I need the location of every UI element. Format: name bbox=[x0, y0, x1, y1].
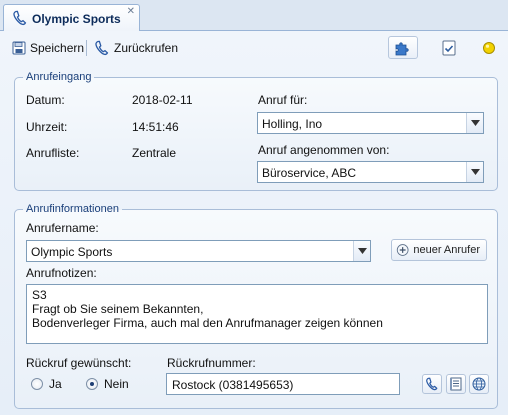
dropdown-arrow-icon[interactable] bbox=[466, 113, 483, 133]
callback-yes-radio[interactable]: Ja bbox=[31, 377, 62, 391]
tab-strip: Olympic Sports ✕ bbox=[0, 0, 508, 32]
date-value: 2018-02-11 bbox=[132, 93, 193, 107]
radio-circle-selected bbox=[86, 378, 98, 390]
no-label: Nein bbox=[104, 377, 129, 391]
globe-icon bbox=[472, 377, 486, 391]
call-for-select[interactable]: Holling, Ino bbox=[257, 112, 484, 134]
tab-olympic-sports[interactable]: Olympic Sports ✕ bbox=[3, 4, 140, 32]
caller-name-label: Anrufername: bbox=[26, 221, 99, 235]
call-list-label: Anrufliste: bbox=[26, 146, 80, 160]
dropdown-arrow-icon[interactable] bbox=[353, 241, 370, 261]
notes-line: Fragt ob Sie seinem Bekannten, bbox=[32, 302, 204, 316]
notes-label: Anrufnotizen: bbox=[26, 266, 97, 280]
tab-title: Olympic Sports bbox=[32, 12, 121, 26]
new-caller-button[interactable]: neuer Anrufer bbox=[391, 239, 487, 261]
checklist-button[interactable] bbox=[438, 37, 460, 59]
call-button[interactable] bbox=[422, 374, 442, 394]
save-label: Speichern bbox=[30, 41, 85, 55]
callback-number-input[interactable]: Rostock (0381495653) bbox=[166, 373, 400, 395]
caller-name-select[interactable]: Olympic Sports bbox=[26, 240, 371, 262]
add-icon bbox=[396, 244, 409, 256]
info-legend: Anrufinformationen bbox=[26, 203, 119, 215]
notes-line: S3 bbox=[32, 288, 47, 302]
phone-icon bbox=[426, 377, 438, 391]
phone-icon bbox=[12, 10, 28, 26]
time-value: 14:51:46 bbox=[132, 120, 179, 134]
callback-no-radio[interactable]: Nein bbox=[86, 377, 129, 391]
new-caller-label: neuer Anrufer bbox=[413, 244, 480, 256]
status-light-icon bbox=[483, 42, 495, 54]
callback-number-label: Rückrufnummer: bbox=[167, 356, 256, 370]
address-book-icon bbox=[450, 377, 462, 391]
toolbar-divider bbox=[86, 40, 87, 56]
caller-name-value: Olympic Sports bbox=[31, 245, 113, 259]
close-icon[interactable]: ✕ bbox=[127, 7, 135, 17]
address-book-button[interactable] bbox=[446, 374, 466, 394]
callback-label: Zurückrufen bbox=[114, 41, 179, 55]
callback-button[interactable]: Zurückrufen bbox=[94, 38, 178, 58]
web-search-button[interactable] bbox=[469, 374, 489, 394]
save-button[interactable]: Speichern bbox=[12, 38, 84, 58]
date-label: Datum: bbox=[26, 93, 65, 107]
save-icon bbox=[12, 41, 26, 55]
status-light[interactable] bbox=[478, 37, 500, 59]
accepted-by-select[interactable]: Büroservice, ABC bbox=[257, 161, 484, 183]
accepted-by-value: Büroservice, ABC bbox=[262, 166, 357, 180]
call-list-value: Zentrale bbox=[132, 146, 177, 160]
radio-circle bbox=[31, 378, 43, 390]
call-for-value: Holling, Ino bbox=[262, 117, 323, 131]
checklist-icon bbox=[442, 40, 456, 56]
puzzle-icon bbox=[395, 41, 409, 55]
plugin-button[interactable] bbox=[388, 36, 418, 59]
accepted-by-label: Anruf angenommen von: bbox=[258, 143, 390, 157]
notes-line: Bodenverleger Firma, auch mal den Anrufm… bbox=[32, 316, 383, 330]
yes-label: Ja bbox=[49, 377, 62, 391]
incoming-legend: Anrufeingang bbox=[26, 71, 92, 83]
notes-textarea[interactable]: S3 Fragt ob Sie seinem Bekannten, Bodenv… bbox=[26, 284, 488, 344]
call-for-label: Anruf für: bbox=[258, 93, 308, 107]
call-form: Speichern Zurückrufen Anrufeingang Datum… bbox=[0, 31, 508, 415]
toolbar: Speichern Zurückrufen bbox=[0, 31, 508, 65]
dropdown-arrow-icon[interactable] bbox=[466, 162, 483, 182]
time-label: Uhrzeit: bbox=[26, 120, 68, 134]
phone-icon bbox=[95, 40, 109, 56]
callback-wanted-label: Rückruf gewünscht: bbox=[26, 356, 132, 370]
